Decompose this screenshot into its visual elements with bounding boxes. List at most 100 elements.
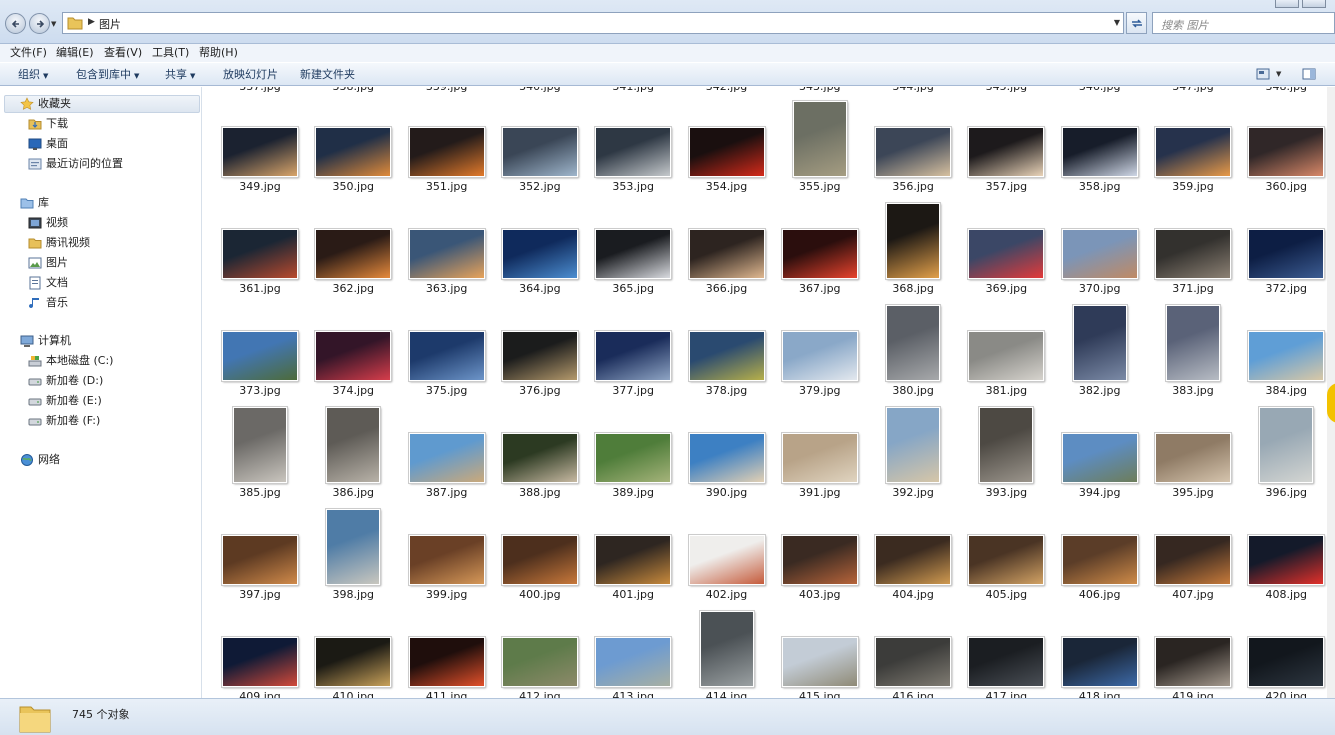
file-name-label[interactable]: 384.jpg bbox=[1239, 384, 1327, 397]
view-dropdown-icon[interactable]: ▼ bbox=[1276, 70, 1281, 78]
file-name-label[interactable]: 415.jpg bbox=[773, 690, 867, 698]
snow-field-thumbnail[interactable] bbox=[780, 330, 859, 382]
file-name-label[interactable]: 389.jpg bbox=[586, 486, 680, 499]
file-item[interactable]: 367.jpg bbox=[773, 201, 867, 303]
file-name-label[interactable]: 341.jpg bbox=[586, 87, 680, 93]
file-item[interactable]: 387.jpg bbox=[400, 405, 494, 507]
file-item[interactable]: 404.jpg bbox=[866, 507, 960, 609]
tank-sky-thumbnail[interactable] bbox=[594, 636, 673, 688]
city-street-thumbnail[interactable] bbox=[500, 126, 579, 178]
nuts-tray-thumbnail[interactable] bbox=[874, 534, 953, 586]
share-button[interactable]: 共享 ▼ bbox=[165, 67, 195, 84]
file-name-label[interactable]: 352.jpg bbox=[493, 180, 587, 193]
breadcrumb-current[interactable]: 图片 bbox=[99, 16, 121, 32]
file-item[interactable]: 420.jpg bbox=[1239, 609, 1327, 698]
slideshow-button[interactable]: 放映幻灯片 bbox=[223, 67, 278, 82]
file-item[interactable]: 410.jpg bbox=[306, 609, 400, 698]
laptop-code-thumbnail[interactable] bbox=[1060, 636, 1139, 688]
file-name-label[interactable]: 380.jpg bbox=[866, 384, 960, 397]
stone-stack-thumbnail[interactable] bbox=[978, 406, 1035, 484]
file-name-label[interactable]: 360.jpg bbox=[1239, 180, 1327, 193]
minimize-button[interactable] bbox=[1275, 0, 1299, 8]
solar-panel-grid-thumbnail[interactable] bbox=[594, 330, 673, 382]
menu-edit[interactable]: 编辑(E) bbox=[56, 44, 94, 62]
light-trails-thumbnail[interactable] bbox=[1247, 126, 1326, 178]
solar-field-green-thumbnail[interactable] bbox=[687, 330, 766, 382]
file-item[interactable]: 419.jpg bbox=[1146, 609, 1240, 698]
file-name-label[interactable]: 365.jpg bbox=[586, 282, 680, 295]
file-name-label[interactable]: 388.jpg bbox=[493, 486, 587, 499]
file-name-label[interactable]: 382.jpg bbox=[1053, 384, 1147, 397]
file-name-label[interactable]: 369.jpg bbox=[959, 282, 1053, 295]
file-item[interactable]: 401.jpg bbox=[586, 507, 680, 609]
stone-stack-thumbnail[interactable] bbox=[1258, 406, 1315, 484]
stone-stack-beach-thumbnail[interactable] bbox=[407, 432, 486, 484]
file-item[interactable]: 354.jpg bbox=[680, 99, 774, 201]
file-name-label[interactable]: 413.jpg bbox=[586, 690, 680, 698]
file-name-label[interactable]: 339.jpg bbox=[400, 87, 494, 93]
solar-panels-thumbnail[interactable] bbox=[1154, 228, 1232, 280]
city-street-thumbnail[interactable] bbox=[594, 126, 673, 178]
stone-stacks-water-thumbnail[interactable] bbox=[325, 508, 382, 586]
file-name-label[interactable]: 404.jpg bbox=[866, 588, 960, 601]
landscape-thumbnail[interactable] bbox=[221, 330, 299, 382]
stone-stack-forest-thumbnail[interactable] bbox=[594, 432, 673, 484]
refresh-button[interactable] bbox=[1126, 12, 1147, 34]
file-item[interactable]: 418.jpg bbox=[1053, 609, 1147, 698]
tank-hangar-thumbnail[interactable] bbox=[698, 610, 755, 688]
file-name-label[interactable]: 349.jpg bbox=[213, 180, 307, 193]
file-item[interactable]: 403.jpg bbox=[773, 507, 867, 609]
file-name-label[interactable]: 359.jpg bbox=[1146, 180, 1240, 193]
highway-thumbnail[interactable] bbox=[874, 126, 953, 178]
file-item[interactable]: 351.jpg bbox=[400, 99, 494, 201]
file-name-label[interactable]: 371.jpg bbox=[1146, 282, 1240, 295]
file-item[interactable]: 400.jpg bbox=[493, 507, 587, 609]
file-name-label[interactable]: 419.jpg bbox=[1146, 690, 1240, 698]
file-name-label[interactable]: 372.jpg bbox=[1239, 282, 1327, 295]
file-name-label[interactable]: 414.jpg bbox=[680, 690, 774, 698]
file-item[interactable]: 402.jpg bbox=[680, 507, 774, 609]
file-item[interactable]: 381.jpg bbox=[959, 303, 1053, 405]
stones-beach-thumbnail[interactable] bbox=[967, 330, 1046, 382]
file-name-label[interactable]: 355.jpg bbox=[773, 180, 867, 193]
change-view-icon[interactable] bbox=[1256, 68, 1270, 80]
file-name-label[interactable]: 392.jpg bbox=[866, 486, 960, 499]
file-item[interactable]: 390.jpg bbox=[680, 405, 774, 507]
file-name-label[interactable]: 363.jpg bbox=[400, 282, 494, 295]
sunset-road-thumbnail[interactable] bbox=[1154, 126, 1232, 178]
file-item[interactable]: 394.jpg bbox=[1053, 405, 1147, 507]
light-trails-thumbnail[interactable] bbox=[1060, 126, 1139, 178]
stone-stack-thumbnail[interactable] bbox=[325, 406, 382, 484]
menu-file[interactable]: 文件(F) bbox=[10, 44, 47, 62]
nuts-bowl-thumbnail[interactable] bbox=[594, 534, 673, 586]
file-name-label[interactable]: 340.jpg bbox=[493, 87, 587, 93]
file-item[interactable]: 392.jpg bbox=[866, 405, 960, 507]
file-name-label[interactable]: 405.jpg bbox=[959, 588, 1053, 601]
tank-field-thumbnail[interactable] bbox=[500, 636, 579, 688]
file-name-label[interactable]: 367.jpg bbox=[773, 282, 867, 295]
back-button[interactable] bbox=[5, 13, 26, 34]
address-field[interactable]: ▶ 图片 ▼ bbox=[62, 12, 1124, 34]
tank-smoke-thumbnail[interactable] bbox=[874, 636, 953, 688]
file-name-label[interactable]: 390.jpg bbox=[680, 486, 774, 499]
red-trails-thumbnail[interactable] bbox=[780, 228, 859, 280]
file-item[interactable]: 405.jpg bbox=[959, 507, 1053, 609]
file-name-label[interactable]: 375.jpg bbox=[400, 384, 494, 397]
file-item[interactable]: 365.jpg bbox=[586, 201, 680, 303]
file-name-label[interactable]: 399.jpg bbox=[400, 588, 494, 601]
file-name-label[interactable]: 346.jpg bbox=[1053, 87, 1147, 93]
light-trails-city-thumbnail[interactable] bbox=[407, 126, 486, 178]
file-name-label[interactable]: 362.jpg bbox=[306, 282, 400, 295]
file-item[interactable]: 363.jpg bbox=[400, 201, 494, 303]
file-item[interactable]: 386.jpg bbox=[306, 405, 400, 507]
nuts-tray-thumbnail[interactable] bbox=[1060, 534, 1139, 586]
file-name-label[interactable]: 379.jpg bbox=[773, 384, 867, 397]
red-trails-thumbnail[interactable] bbox=[687, 126, 766, 178]
industrial-thumbnail[interactable] bbox=[1071, 304, 1128, 382]
file-name-label[interactable]: 354.jpg bbox=[680, 180, 774, 193]
file-name-label[interactable]: 364.jpg bbox=[493, 282, 587, 295]
file-name-label[interactable]: 406.jpg bbox=[1053, 588, 1147, 601]
file-name-label[interactable]: 343.jpg bbox=[773, 87, 867, 93]
file-item[interactable]: 373.jpg bbox=[213, 303, 307, 405]
file-name-label[interactable]: 398.jpg bbox=[306, 588, 400, 601]
